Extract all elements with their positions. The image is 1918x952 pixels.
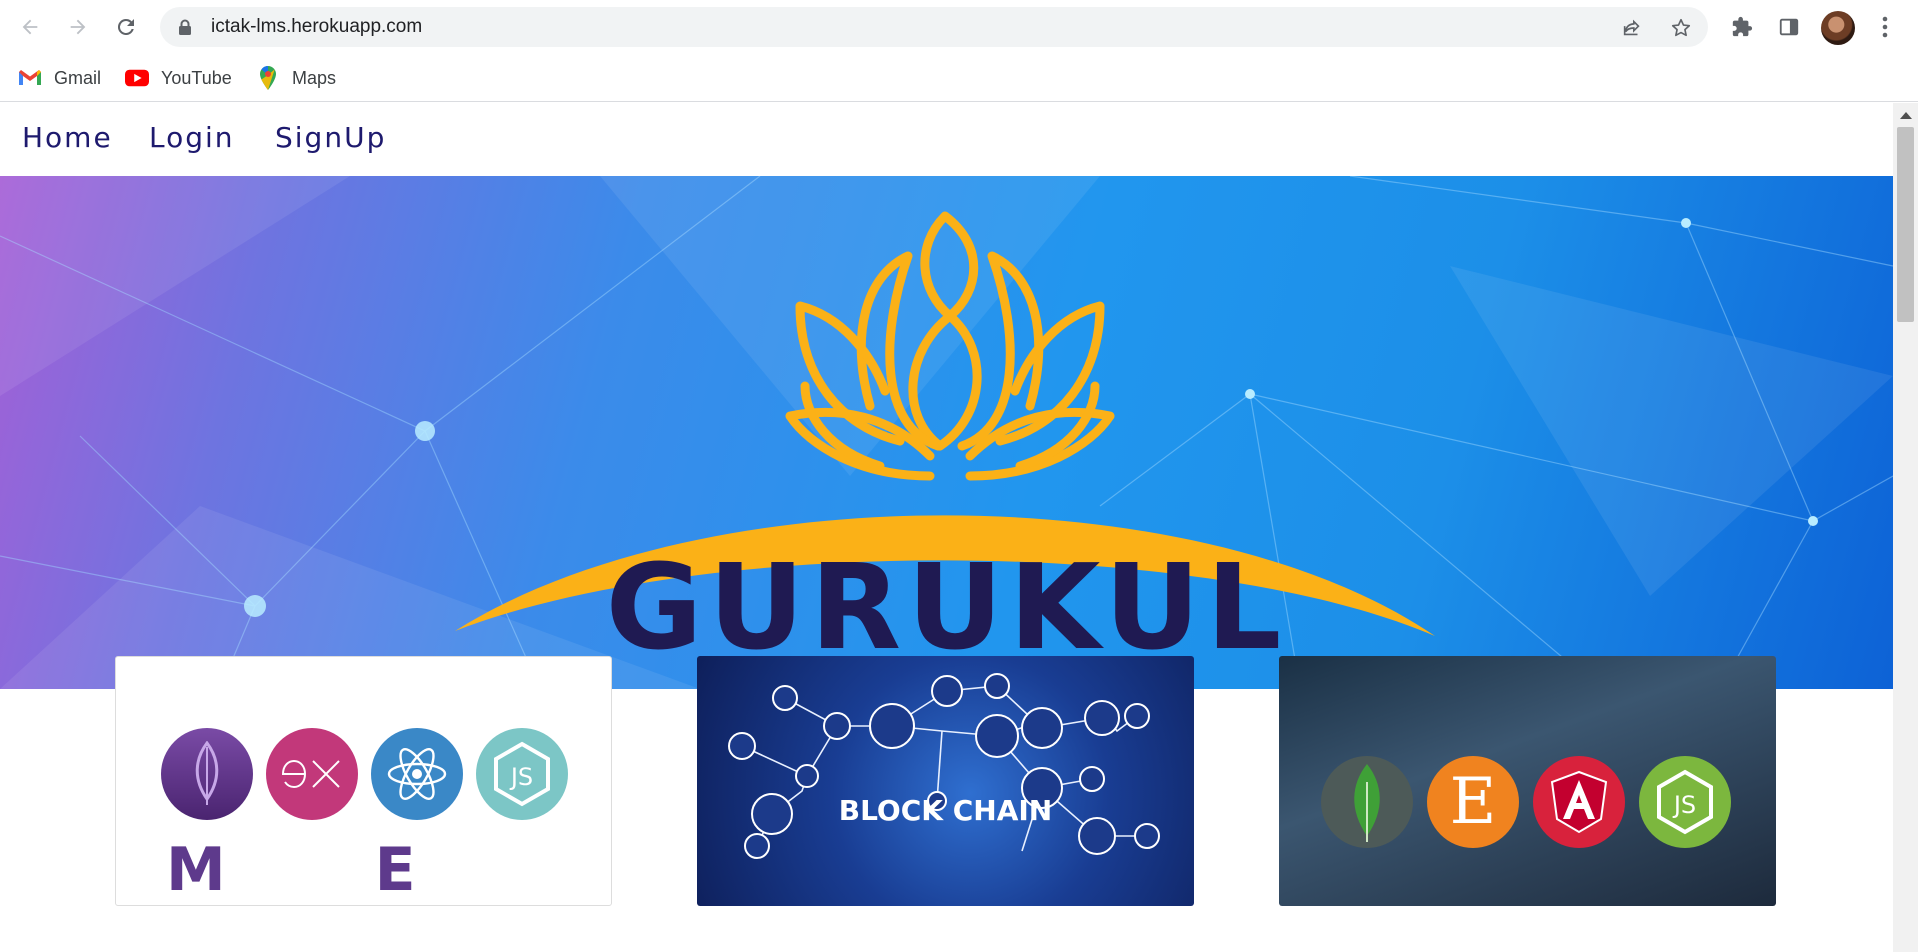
blockchain-network-icon (728, 673, 1160, 859)
bookmark-youtube[interactable]: YouTube (125, 64, 232, 92)
course-card-mean[interactable]: E JS (1279, 656, 1776, 906)
mongodb-icon (161, 728, 253, 820)
browser-toolbar: ictak-lms.herokuapp.com (0, 0, 1918, 54)
svg-text:JS: JS (1672, 791, 1696, 819)
gmail-icon (18, 68, 42, 88)
nodejs-icon: JS (476, 728, 568, 820)
maps-icon (256, 66, 280, 90)
puzzle-icon (1732, 16, 1753, 37)
profile-avatar[interactable] (1821, 11, 1855, 45)
page-content: Home Login SignUp GURUKUL JS M E BLOCK C… (0, 103, 1893, 952)
nav-home-link[interactable]: Home (22, 121, 113, 154)
forward-button[interactable] (61, 10, 95, 44)
page-scrollbar[interactable] (1893, 103, 1918, 952)
reload-icon (117, 18, 134, 35)
share-icon[interactable] (1621, 17, 1643, 39)
mongodb-leaf-icon (1321, 756, 1413, 848)
url-text[interactable]: ictak-lms.herokuapp.com (211, 7, 422, 47)
arrow-right-icon (70, 19, 86, 35)
blockchain-title: BLOCK CHAIN (838, 794, 1053, 827)
express-icon (266, 728, 358, 820)
scrollbar-thumb[interactable] (1897, 127, 1914, 322)
star-icon[interactable] (1670, 17, 1692, 39)
reload-button[interactable] (109, 10, 143, 44)
extensions-button[interactable] (1728, 13, 1756, 41)
course-card-blockchain[interactable]: BLOCK CHAIN (697, 656, 1194, 906)
angular-icon (1533, 756, 1625, 848)
bookmark-label: Maps (292, 67, 337, 88)
back-button[interactable] (13, 10, 47, 44)
scroll-up-arrow-icon[interactable] (1900, 112, 1912, 119)
mern-acronym: M E R N (166, 835, 480, 905)
side-panel-button[interactable] (1775, 13, 1803, 41)
arrow-left-icon (22, 19, 38, 35)
address-bar[interactable]: ictak-lms.herokuapp.com (160, 7, 1708, 47)
kebab-menu-icon (1882, 16, 1888, 38)
side-panel-icon (1779, 18, 1799, 36)
nav-login-link[interactable]: Login (149, 121, 235, 154)
course-card-mern[interactable]: JS M E R N (115, 656, 612, 906)
bookmark-label: YouTube (161, 67, 232, 88)
nodejs-icon: JS (1639, 756, 1731, 848)
bookmark-gmail[interactable]: Gmail (18, 64, 101, 92)
site-navbar: Home Login SignUp (0, 103, 1893, 176)
bookmark-label: Gmail (54, 67, 102, 88)
hero-brand-title: GURUKUL (605, 538, 1288, 676)
bookmark-maps[interactable]: Maps (256, 64, 336, 92)
svg-text:JS: JS (509, 763, 533, 791)
menu-button[interactable] (1871, 13, 1899, 41)
hero-banner: GURUKUL (0, 176, 1893, 689)
bookmarks-bar: Gmail YouTube Maps (0, 54, 1918, 102)
nav-signup-link[interactable]: SignUp (275, 121, 386, 154)
react-icon (371, 728, 463, 820)
youtube-icon (125, 68, 149, 88)
lock-icon (179, 19, 191, 35)
express-e-icon: E (1427, 756, 1519, 848)
